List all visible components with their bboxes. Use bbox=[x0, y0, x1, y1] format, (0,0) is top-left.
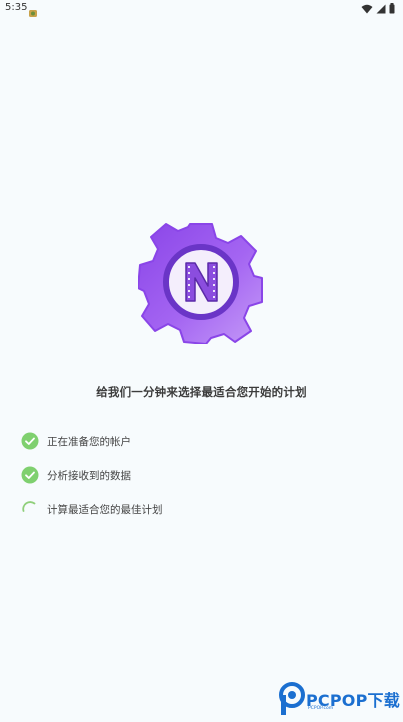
signal-icon bbox=[376, 4, 386, 14]
battery-icon bbox=[389, 3, 395, 14]
app-notification-icon bbox=[28, 3, 38, 17]
step-label: 分析接收到的数据 bbox=[47, 469, 131, 482]
status-bar: 5:35 bbox=[0, 0, 403, 18]
status-time: 5:35 bbox=[5, 2, 28, 13]
watermark-logo-icon bbox=[278, 682, 306, 718]
loading-spinner-icon bbox=[21, 500, 39, 518]
step-item: 正在准备您的帐户 bbox=[21, 424, 361, 458]
app-logo: N bbox=[137, 218, 264, 345]
step-label: 正在准备您的帐户 bbox=[47, 435, 131, 448]
watermark-subtext: PCPOP.com bbox=[308, 706, 334, 711]
watermark: PCPOP下载 PCPOP.com bbox=[278, 682, 400, 718]
wifi-icon bbox=[361, 4, 373, 14]
status-icons bbox=[361, 3, 395, 14]
step-label: 计算最适合您的最佳计划 bbox=[47, 503, 163, 516]
step-item: 分析接收到的数据 bbox=[21, 458, 361, 492]
check-circle-icon bbox=[21, 432, 39, 450]
step-item: 计算最适合您的最佳计划 bbox=[21, 492, 361, 526]
check-circle-icon bbox=[21, 466, 39, 484]
headline: 给我们一分钟来选择最适合您开始的计划 bbox=[96, 385, 307, 399]
progress-steps: 正在准备您的帐户 分析接收到的数据 计算最适合您的最佳计划 bbox=[21, 424, 361, 526]
